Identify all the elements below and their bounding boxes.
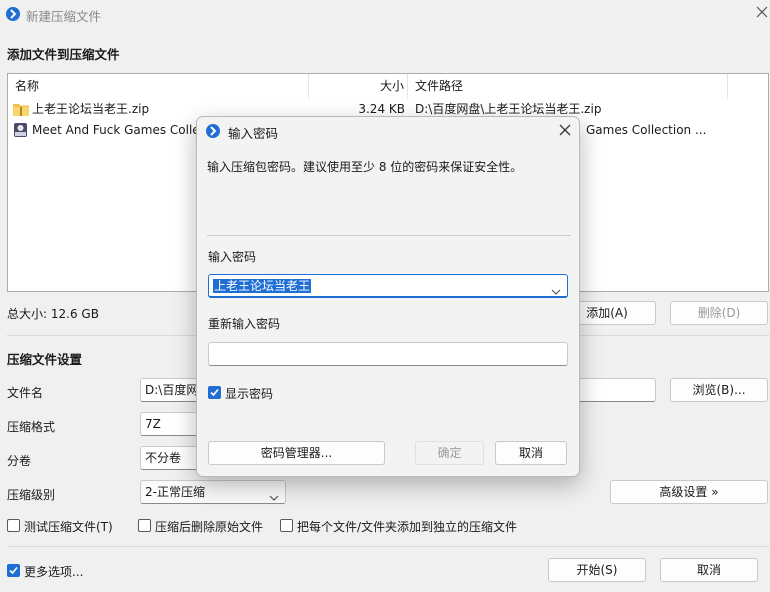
enter-password-label: 输入密码 <box>208 250 257 264</box>
chevron-down-icon <box>269 487 279 503</box>
password-dialog: 输入密码 输入压缩包密码。建议使用至少 8 位的密码来保证安全性。 输入密码 上… <box>196 116 580 477</box>
add-files-heading: 添加文件到压缩文件 <box>7 47 120 62</box>
more-options-label: 更多选项... <box>24 565 84 579</box>
split-label: 分卷 <box>7 454 32 468</box>
dialog-title: 输入密码 <box>228 126 279 141</box>
delete-after-label: 压缩后删除原始文件 <box>155 520 264 534</box>
password-value: 上老王论坛当老王 <box>213 279 312 293</box>
chevron-down-icon[interactable] <box>551 281 561 296</box>
footer-divider <box>7 546 769 547</box>
ok-button[interactable]: 确定 <box>415 441 484 465</box>
dialog-divider <box>207 235 571 236</box>
file-path: Games Collection ... <box>586 123 707 137</box>
show-password-checkbox[interactable] <box>208 386 221 399</box>
dialog-close-icon[interactable] <box>559 124 572 137</box>
test-archive-checkbox[interactable] <box>7 519 20 532</box>
cancel-button[interactable]: 取消 <box>660 558 758 582</box>
total-size: 总大小: 12.6 GB <box>7 307 99 321</box>
more-options-checkbox[interactable] <box>7 564 20 577</box>
delete-after-checkbox[interactable] <box>138 519 151 532</box>
window-close-icon[interactable] <box>756 6 770 20</box>
zip-folder-icon <box>13 102 29 116</box>
file-name: 上老王论坛当老王.zip <box>32 102 150 116</box>
title-bar: 新建压缩文件 <box>0 0 770 30</box>
browse-button[interactable]: 浏览(B)... <box>670 378 768 402</box>
column-header-name[interactable]: 名称 <box>8 74 309 99</box>
advanced-settings-button[interactable]: 高级设置 » <box>610 480 768 504</box>
dialog-cancel-button[interactable]: 取消 <box>495 441 567 465</box>
column-header-path[interactable]: 文件路径 <box>408 74 728 99</box>
column-header-size[interactable]: 大小 <box>309 74 408 99</box>
app-logo-icon <box>6 7 20 21</box>
reenter-password-label: 重新输入密码 <box>208 317 281 331</box>
separate-archives-label: 把每个文件/文件夹添加到独立的压缩文件 <box>297 520 518 534</box>
start-button[interactable]: 开始(S) <box>548 558 646 582</box>
compress-window: 新建压缩文件 添加文件到压缩文件 名称 大小 文件路径 上老王论坛当老王.zip… <box>0 0 770 592</box>
password-input[interactable]: 上老王论坛当老王 <box>208 274 568 298</box>
file-name: Meet And Fuck Games Collec <box>32 123 207 137</box>
level-label: 压缩级别 <box>7 488 56 502</box>
level-value: 2-正常压缩 <box>145 485 205 499</box>
split-value: 不分卷 <box>145 451 182 465</box>
app-logo-icon <box>206 124 220 138</box>
delete-button[interactable]: 删除(D) <box>670 301 768 325</box>
game-app-icon <box>13 123 29 137</box>
settings-heading: 压缩文件设置 <box>7 352 83 367</box>
separate-archives-checkbox[interactable] <box>280 519 293 532</box>
reenter-password-input[interactable] <box>208 342 568 366</box>
window-title: 新建压缩文件 <box>26 9 102 24</box>
format-label: 压缩格式 <box>7 420 56 434</box>
test-archive-label: 测试压缩文件(T) <box>24 520 113 534</box>
filename-label: 文件名 <box>7 386 44 400</box>
show-password-label: 显示密码 <box>225 387 274 401</box>
dialog-description: 输入压缩包密码。建议使用至少 8 位的密码来保证安全性。 <box>207 160 523 174</box>
password-manager-button[interactable]: 密码管理器... <box>208 441 385 465</box>
level-select[interactable]: 2-正常压缩 <box>140 480 286 504</box>
format-value: 7Z <box>145 417 161 431</box>
